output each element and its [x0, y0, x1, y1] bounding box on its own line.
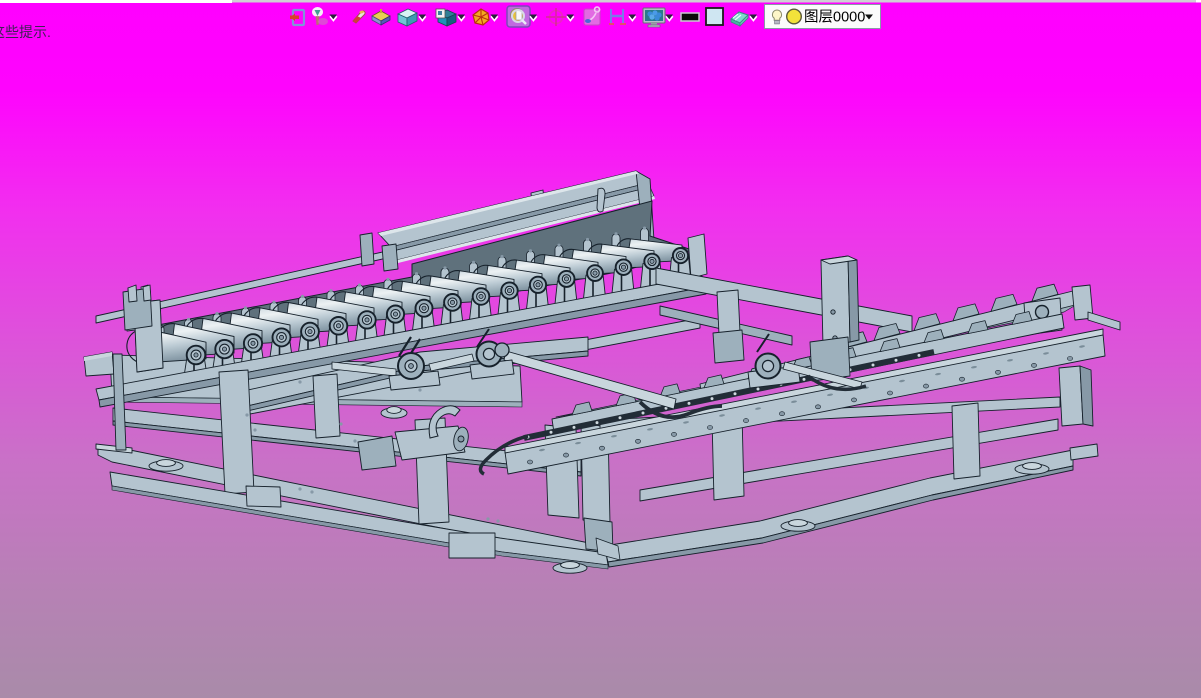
svg-text:图层0000: 图层0000 [804, 10, 865, 26]
svg-text:这些提示.: 这些提示. [0, 24, 51, 40]
